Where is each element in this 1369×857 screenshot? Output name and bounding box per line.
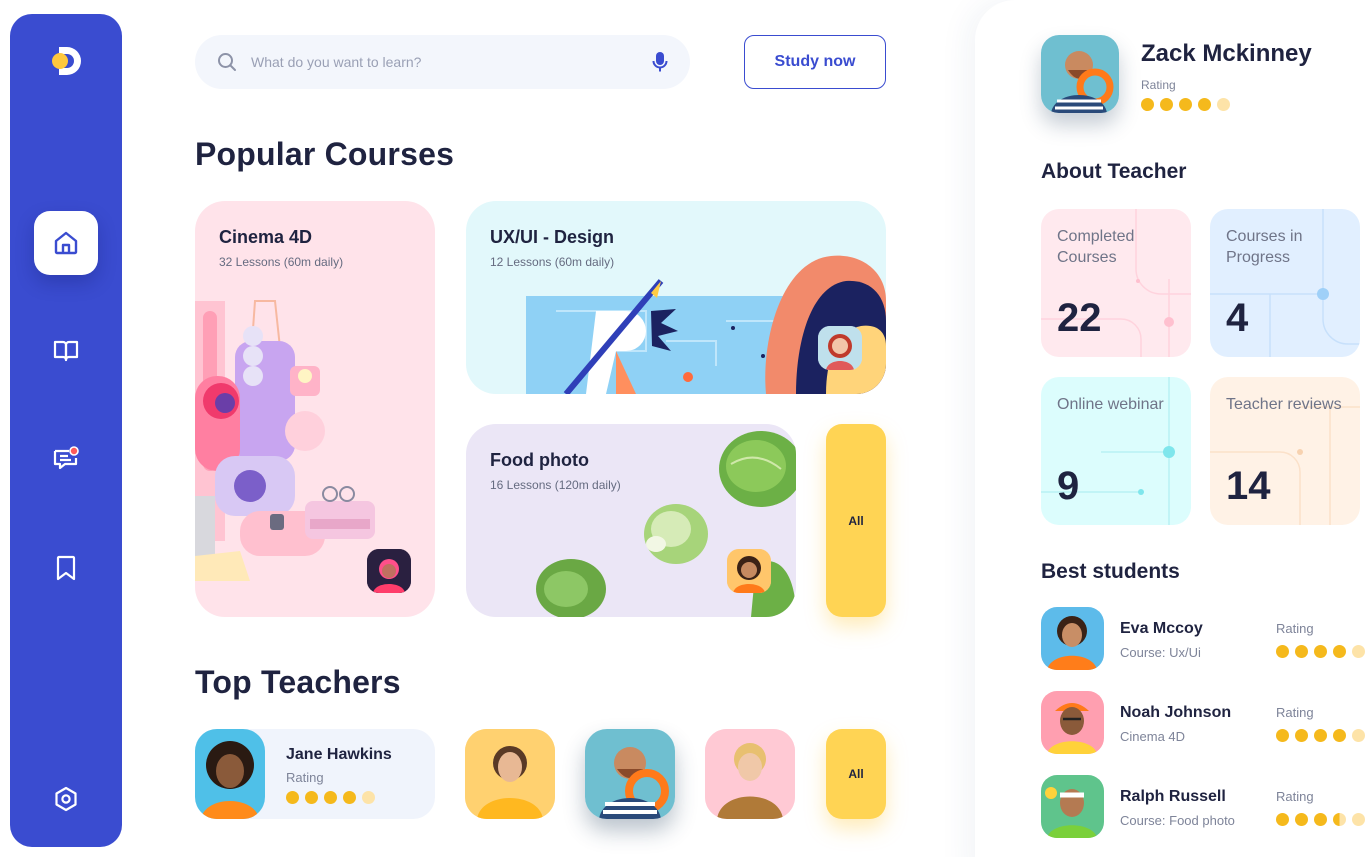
course-teacher-avatar <box>367 549 411 593</box>
stat-courses-in-progress: Courses in Progress 4 <box>1210 209 1360 357</box>
settings-icon <box>55 786 77 812</box>
book-icon <box>53 340 79 362</box>
bookmark-icon <box>56 555 76 581</box>
stat-value: 4 <box>1226 296 1249 340</box>
student-course: Course: Ux/Ui <box>1120 645 1201 660</box>
nav-settings[interactable] <box>34 767 98 831</box>
teacher-name: Jane Hawkins <box>286 746 392 763</box>
rating-dot <box>1276 813 1289 826</box>
sidebar <box>10 14 122 847</box>
teacher-thumb[interactable] <box>705 729 795 819</box>
rating-dot <box>305 791 318 804</box>
student-course: Cinema 4D <box>1120 729 1186 744</box>
top-teachers-title: Top Teachers <box>195 664 401 700</box>
student-name: Ralph Russell <box>1120 788 1226 805</box>
nav-home[interactable] <box>34 211 98 275</box>
rating-dot <box>1141 98 1154 111</box>
stat-value: 22 <box>1057 296 1102 340</box>
teacher-thumb[interactable] <box>465 729 555 819</box>
rating-dot <box>1333 645 1346 658</box>
all-courses-button[interactable]: All <box>826 424 886 617</box>
teacher-rating-label: Rating <box>286 770 324 785</box>
student-item[interactable]: Eva Mccoy Course: Ux/Ui Rating <box>1041 607 1369 671</box>
teacher-thumb-selected[interactable] <box>585 729 675 819</box>
rating-dot <box>1295 645 1308 658</box>
student-name: Noah Johnson <box>1120 704 1232 721</box>
rating-dot <box>324 791 337 804</box>
rating-dot <box>1276 729 1289 742</box>
rating-dot <box>1333 813 1346 826</box>
stat-value: 9 <box>1057 464 1080 508</box>
nav-courses[interactable] <box>34 318 98 382</box>
student-rating-label: Rating <box>1276 621 1314 636</box>
profile-name: Zack Mckinney <box>1141 40 1312 67</box>
rating-dot <box>1352 813 1365 826</box>
stat-value: 14 <box>1226 464 1271 508</box>
study-now-button[interactable]: Study now <box>744 35 886 89</box>
profile-rating-label: Rating <box>1141 78 1176 92</box>
teacher-rating-stars <box>286 791 375 804</box>
all-teachers-button[interactable]: All <box>826 729 886 819</box>
popular-courses-title: Popular Courses <box>195 136 455 172</box>
rating-dot <box>1217 98 1230 111</box>
student-avatar <box>1041 691 1104 754</box>
student-course: Course: Food photo <box>1120 813 1235 828</box>
search-bar <box>195 35 690 89</box>
about-teacher-title: About Teacher <box>1041 160 1187 183</box>
best-students-title: Best students <box>1041 560 1180 583</box>
stat-label: Completed Courses <box>1057 228 1135 266</box>
rating-dot <box>1352 729 1365 742</box>
chat-notification-icon <box>53 446 79 470</box>
rating-dot <box>1198 98 1211 111</box>
stat-label: Courses in Progress <box>1226 228 1303 266</box>
rating-dot <box>343 791 356 804</box>
course-card-cinema-4d[interactable]: Cinema 4D 32 Lessons (60m daily) <box>195 201 435 617</box>
rating-dot <box>1295 729 1308 742</box>
student-name: Eva Mccoy <box>1120 620 1203 637</box>
profile-rating-stars <box>1141 98 1230 111</box>
rating-dot <box>286 791 299 804</box>
stat-completed-courses: Completed Courses 22 <box>1041 209 1191 357</box>
rating-dot <box>1160 98 1173 111</box>
student-rating-stars <box>1276 645 1365 658</box>
course-card-ux-ui-design[interactable]: UX/UI - Design 12 Lessons (60m daily) <box>466 201 886 394</box>
course-teacher-avatar <box>818 326 862 370</box>
search-input[interactable] <box>251 54 652 70</box>
rating-dot <box>1295 813 1308 826</box>
nav-bookmarks[interactable] <box>34 536 98 600</box>
rating-dot <box>1352 645 1365 658</box>
featured-teacher-card[interactable]: Jane Hawkins Rating <box>195 729 435 819</box>
student-avatar <box>1041 775 1104 838</box>
student-rating-stars <box>1276 813 1365 826</box>
microphone-icon[interactable] <box>652 51 668 73</box>
student-item[interactable]: Ralph Russell Course: Food photo Rating <box>1041 775 1369 839</box>
logo-icon <box>52 47 81 75</box>
stat-online-webinar: Online webinar 9 <box>1041 377 1191 525</box>
student-rating-label: Rating <box>1276 789 1314 804</box>
course-card-food-photo[interactable]: Food photo 16 Lessons (120m daily) <box>466 424 796 617</box>
student-item[interactable]: Noah Johnson Cinema 4D Rating <box>1041 691 1369 755</box>
teacher-photo <box>195 729 265 819</box>
search-icon <box>218 53 236 71</box>
student-avatar <box>1041 607 1104 670</box>
home-icon <box>54 231 78 255</box>
student-rating-stars <box>1276 729 1365 742</box>
rating-dot <box>362 791 375 804</box>
rating-dot <box>1276 645 1289 658</box>
course-teacher-avatar <box>727 549 771 593</box>
nav-messages[interactable] <box>34 426 98 490</box>
rating-dot <box>1314 813 1327 826</box>
rating-dot <box>1314 645 1327 658</box>
stat-teacher-reviews: Teacher reviews 14 <box>1210 377 1360 525</box>
stat-label: Online webinar <box>1057 396 1164 413</box>
rating-dot <box>1333 729 1346 742</box>
student-rating-label: Rating <box>1276 705 1314 720</box>
rating-dot <box>1314 729 1327 742</box>
profile-avatar <box>1041 35 1119 113</box>
stat-label: Teacher reviews <box>1226 396 1342 413</box>
rating-dot <box>1179 98 1192 111</box>
